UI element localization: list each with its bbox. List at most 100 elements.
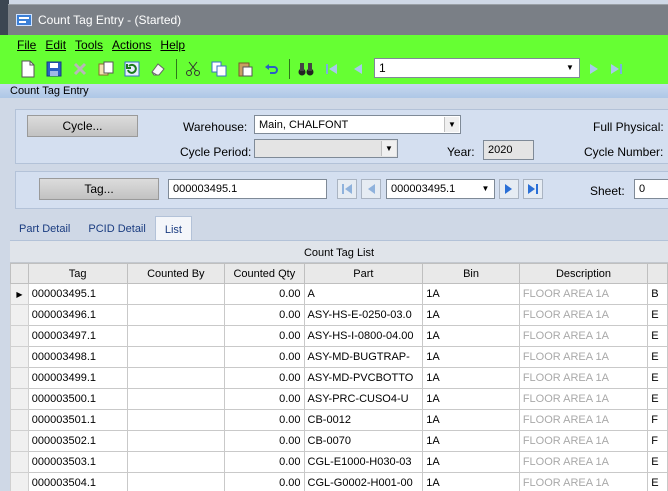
chevron-down-icon[interactable]: ▼ xyxy=(444,117,459,132)
cell-tag[interactable]: 000003498.1 xyxy=(27,346,128,368)
cell-qty[interactable]: 0.00 xyxy=(224,451,305,473)
row-selector[interactable] xyxy=(10,325,29,347)
cell-part[interactable]: ASY-MD-PVCBOTTO xyxy=(303,367,424,389)
cell-bin[interactable]: 1A xyxy=(422,451,520,473)
first-record-icon[interactable] xyxy=(322,59,342,79)
cell-desc[interactable]: FLOOR AREA 1A xyxy=(518,472,649,491)
refresh-icon[interactable] xyxy=(122,59,142,79)
menu-help[interactable]: Help xyxy=(160,38,185,54)
window-titlebar[interactable]: Count Tag Entry - (Started) xyxy=(8,4,668,35)
cell-extra[interactable]: E xyxy=(647,388,668,410)
cell-tag[interactable]: 000003496.1 xyxy=(27,304,128,326)
cell-counted-by[interactable] xyxy=(126,472,226,491)
cell-qty[interactable]: 0.00 xyxy=(224,430,305,452)
cell-extra[interactable]: E xyxy=(647,304,668,326)
cell-qty[interactable]: 0.00 xyxy=(224,388,305,410)
cell-qty[interactable]: 0.00 xyxy=(224,472,305,491)
table-row[interactable]: 000003499.1 0.00 ASY-MD-PVCBOTTO 1A FLOOR AR… xyxy=(10,367,668,389)
table-row[interactable]: 000003497.1 0.00 ASY-HS-I-0800-04.00 1A FLOO… xyxy=(10,325,668,347)
menu-tools[interactable]: Tools xyxy=(75,38,103,54)
cell-tag[interactable]: 000003502.1 xyxy=(27,430,128,452)
cell-counted-by[interactable] xyxy=(126,430,226,452)
cell-bin[interactable]: 1A xyxy=(422,304,520,326)
cell-desc[interactable]: FLOOR AREA 1A xyxy=(518,367,649,389)
menu-file[interactable]: File xyxy=(17,38,36,54)
cell-extra[interactable]: E xyxy=(647,325,668,347)
menu-actions[interactable]: Actions xyxy=(112,38,151,54)
first-tag-icon[interactable] xyxy=(337,179,357,199)
table-row[interactable]: 000003502.1 0.00 CB-0070 1A FLOOR AREA 1A F xyxy=(10,430,668,452)
row-selector[interactable] xyxy=(10,304,29,326)
tag-button[interactable]: Tag... xyxy=(39,178,159,200)
cell-counted-by[interactable] xyxy=(126,388,226,410)
sheet-field[interactable]: 0 xyxy=(634,179,668,199)
row-selector[interactable] xyxy=(10,367,29,389)
column-header-counted-by[interactable]: Counted By xyxy=(126,263,226,284)
cell-bin[interactable]: 1A xyxy=(422,409,520,431)
cell-counted-by[interactable] xyxy=(126,283,226,305)
tab-part-detail[interactable]: Part Detail xyxy=(10,216,79,240)
cell-extra[interactable]: E xyxy=(647,472,668,491)
cell-counted-by[interactable] xyxy=(126,367,226,389)
row-selector[interactable] xyxy=(10,346,29,368)
cell-tag[interactable]: 000003495.1 xyxy=(27,283,128,305)
cell-bin[interactable]: 1A xyxy=(422,283,520,305)
cell-bin[interactable]: 1A xyxy=(422,472,520,491)
cell-bin[interactable]: 1A xyxy=(422,367,520,389)
cell-qty[interactable]: 0.00 xyxy=(224,283,305,305)
cell-bin[interactable]: 1A xyxy=(422,430,520,452)
cell-qty[interactable]: 0.00 xyxy=(224,409,305,431)
column-header-description[interactable]: Description xyxy=(518,263,649,284)
column-header-tag[interactable]: Tag xyxy=(27,263,128,284)
table-row[interactable]: 000003496.1 0.00 ASY-HS-E-0250-03.0 1A FLOOR… xyxy=(10,304,668,326)
tag-field[interactable]: 000003495.1 xyxy=(168,179,327,199)
cell-part[interactable]: CGL-G0002-H001-00 xyxy=(303,472,424,491)
cut-icon[interactable] xyxy=(183,59,203,79)
cell-counted-by[interactable] xyxy=(126,451,226,473)
new-icon[interactable] xyxy=(18,59,38,79)
cell-tag[interactable]: 000003504.1 xyxy=(27,472,128,491)
cell-tag[interactable]: 000003501.1 xyxy=(27,409,128,431)
cell-extra[interactable]: E xyxy=(647,367,668,389)
save-icon[interactable] xyxy=(44,59,64,79)
paste-icon[interactable] xyxy=(235,59,255,79)
cell-qty[interactable]: 0.00 xyxy=(224,325,305,347)
cell-tag[interactable]: 000003503.1 xyxy=(27,451,128,473)
cell-part[interactable]: CB-0012 xyxy=(303,409,424,431)
cell-qty[interactable]: 0.00 xyxy=(224,346,305,368)
row-selector[interactable] xyxy=(10,388,29,410)
cell-qty[interactable]: 0.00 xyxy=(224,367,305,389)
copy-to-icon[interactable] xyxy=(209,59,229,79)
tab-list[interactable]: List xyxy=(154,216,192,240)
cell-extra[interactable]: F xyxy=(647,430,668,452)
cell-desc[interactable]: FLOOR AREA 1A xyxy=(518,409,649,431)
tab-pcid-detail[interactable]: PCID Detail xyxy=(79,216,154,240)
cell-counted-by[interactable] xyxy=(126,409,226,431)
cell-part[interactable]: ASY-PRC-CUSO4-U xyxy=(303,388,424,410)
cell-desc[interactable]: FLOOR AREA 1A xyxy=(518,346,649,368)
undo-icon[interactable] xyxy=(261,59,281,79)
row-selector[interactable] xyxy=(10,409,29,431)
row-selector[interactable] xyxy=(10,430,29,452)
cell-part[interactable]: A xyxy=(303,283,424,305)
last-record-icon[interactable] xyxy=(606,59,626,79)
table-row[interactable]: ▶ 000003495.1 0.00 A 1A FLOOR AREA 1A B xyxy=(10,283,668,305)
current-row-indicator-icon[interactable]: ▶ xyxy=(10,283,29,305)
column-header-counted-qty[interactable]: Counted Qty xyxy=(224,263,305,284)
cell-qty[interactable]: 0.00 xyxy=(224,304,305,326)
cell-desc[interactable]: FLOOR AREA 1A xyxy=(518,325,649,347)
cell-part[interactable]: ASY-MD-BUGTRAP- xyxy=(303,346,424,368)
cell-extra[interactable]: E xyxy=(647,451,668,473)
clear-icon[interactable] xyxy=(148,59,168,79)
tag-nav-select[interactable]: 000003495.1 ▼ xyxy=(386,179,495,199)
cycle-period-select[interactable]: ▼ xyxy=(254,139,398,158)
cell-counted-by[interactable] xyxy=(126,346,226,368)
year-field[interactable]: 2020 xyxy=(483,140,534,160)
prev-record-icon[interactable] xyxy=(348,59,368,79)
cell-desc[interactable]: FLOOR AREA 1A xyxy=(518,283,649,305)
cell-desc[interactable]: FLOOR AREA 1A xyxy=(518,304,649,326)
column-header-extra[interactable] xyxy=(647,263,668,284)
table-row[interactable]: 000003501.1 0.00 CB-0012 1A FLOOR AREA 1A F xyxy=(10,409,668,431)
copy-icon[interactable] xyxy=(96,59,116,79)
menu-edit[interactable]: Edit xyxy=(45,38,66,54)
